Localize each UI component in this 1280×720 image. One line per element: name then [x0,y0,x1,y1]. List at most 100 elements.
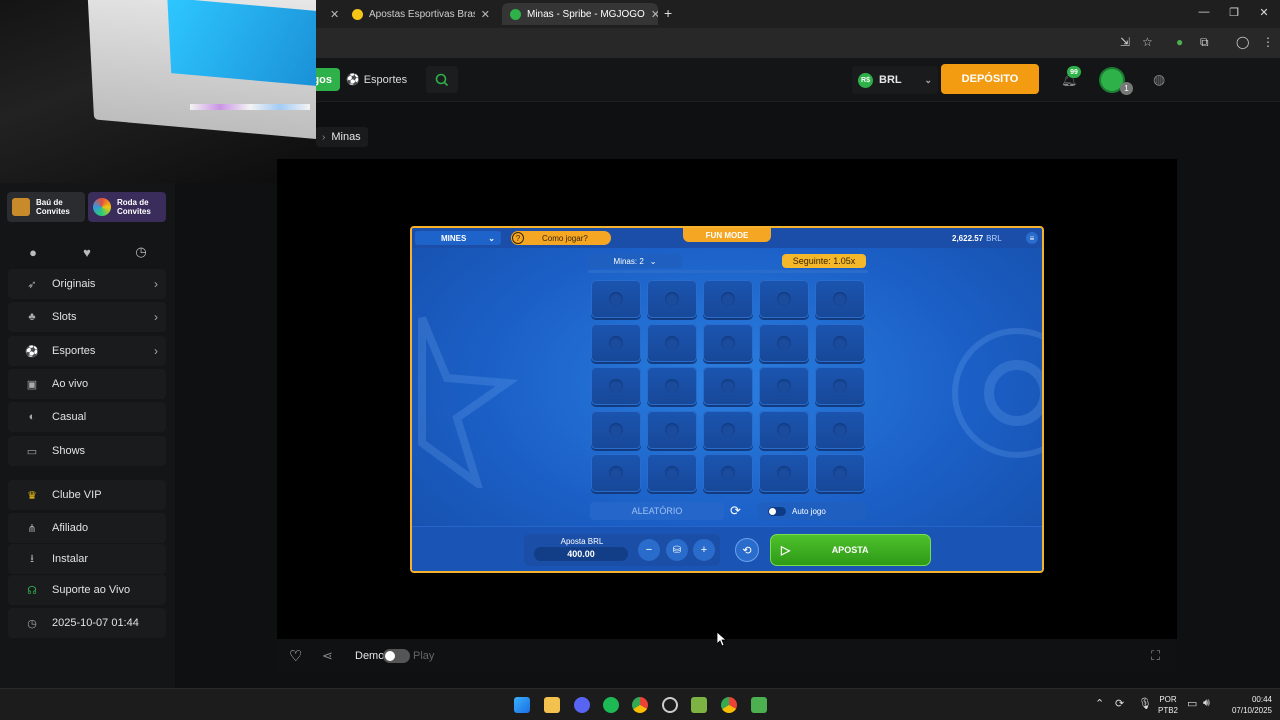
mine-tile[interactable] [815,410,865,449]
tab-apostas[interactable]: Apostas Esportivas Brasil - Cas ✕ [344,3,498,25]
install-app-icon[interactable]: ⇲ [1120,35,1130,49]
how-to-play-button[interactable]: ? Como jogar? [511,231,611,245]
mine-tile[interactable] [591,454,641,492]
mines-count-dropdown[interactable]: Minas: 2 ⌄ [588,254,682,268]
bet-button-label: APOSTA [831,545,869,555]
currency-selector[interactable]: R$ BRL ⌄ [852,66,938,94]
nav-esportes-button[interactable]: ⚽ Esportes [346,68,410,91]
file-explorer-icon[interactable] [544,697,560,713]
breadcrumb-current[interactable]: Minas [331,131,360,143]
mine-tile[interactable] [703,323,753,362]
network-icon[interactable]: ▭ [1187,697,1197,710]
sidebar-item-clube-vip[interactable]: ♛ Clube VIP [8,480,166,510]
mine-tile[interactable] [647,454,697,492]
chrome-profile-icon[interactable] [721,697,737,713]
sidebar-item-ao-vivo[interactable]: ▣ Ao vivo [8,369,166,399]
mine-tile[interactable] [647,280,697,318]
taskbar-clock[interactable]: 00:44 07/10/2025 [1222,694,1272,716]
random-button[interactable]: ALEATÓRIO [590,502,724,520]
close-icon[interactable]: ✕ [475,8,490,21]
mine-tile[interactable] [647,323,697,362]
demo-label: Demo [355,650,385,662]
mine-tile[interactable] [759,410,809,449]
sidebar-item-slots[interactable]: ♣ Slots › [8,302,166,332]
extension-icon[interactable]: ● [1176,35,1183,49]
mine-tile[interactable] [703,410,753,449]
mine-tile[interactable] [647,410,697,449]
menu-kebab-icon[interactable]: ⋮ [1262,35,1274,49]
favorite-heart-icon[interactable]: ♡ [289,647,302,665]
minimize-icon[interactable]: — [1194,6,1214,18]
coins-stack-icon[interactable]: ⛁ [666,539,688,561]
autoplay-speed-icon[interactable]: ⟲ [735,538,759,562]
language-indicator[interactable]: POR PTB2 [1156,694,1180,716]
new-tab-button[interactable]: + [664,5,672,21]
sidebar-item-suporte[interactable]: ☊ Suporte ao Vivo [8,575,166,605]
bet-amount-input[interactable]: 400.00 [534,547,628,561]
close-window-icon[interactable]: ✕ [1254,6,1274,19]
chrome-icon[interactable] [632,697,648,713]
discord-icon[interactable] [574,697,590,713]
refresh-icon[interactable]: ⟳ [730,503,741,519]
android-studio-icon[interactable] [691,697,707,713]
mine-tile[interactable] [815,367,865,405]
promo-bau-convites[interactable]: Baú de Convites [7,192,85,222]
sidebar-item-casual[interactable]: ◐ Casual [8,402,166,432]
webcam-overlay [0,0,316,183]
headset-icon: ☊ [27,584,37,597]
decrease-bet-button[interactable]: − [638,539,660,561]
sidebar-item-afiliado[interactable]: ⋔ Afiliado [8,513,166,543]
game-menu-icon[interactable]: ≡ [1026,232,1038,244]
mine-tile[interactable] [591,280,641,318]
share-icon[interactable]: ⋖ [322,648,333,664]
mine-tile[interactable] [591,323,641,362]
microphone-icon[interactable]: 🎙︎ [1138,697,1152,710]
mine-tile[interactable] [815,454,865,492]
deposit-button[interactable]: DEPÓSITO [941,64,1039,94]
mine-tile[interactable] [759,280,809,318]
mine-tile[interactable] [759,323,809,362]
game-select-dropdown[interactable]: MINES ⌄ [415,231,501,245]
mine-tile[interactable] [703,367,753,405]
sidebar-item-instalar[interactable]: ⭳ Instalar [8,544,166,574]
share-icon: ⋔ [27,522,37,535]
promo-roda-convites[interactable]: Roda de Convites [88,192,166,222]
bet-button[interactable]: ▷ APOSTA [770,534,931,566]
history-icon[interactable]: ◷ [116,238,166,266]
spotify-icon[interactable] [603,697,619,713]
mine-tile[interactable] [759,367,809,405]
bookmark-star-icon[interactable]: ☆ [1142,35,1153,49]
tray-sync-icon[interactable]: ⟳ [1115,697,1124,710]
fullscreen-icon[interactable]: ⛶ [1151,648,1160,664]
fire-icon[interactable]: ● [8,238,58,266]
profile-icon[interactable]: ◯ [1236,35,1249,49]
extensions-puzzle-icon[interactable]: ⧉ [1200,35,1209,50]
mine-tile[interactable] [759,454,809,492]
sidebar-item-originais[interactable]: ➶ Originais › [8,269,166,299]
minecraft-icon[interactable] [751,697,767,713]
sidebar-item-shows[interactable]: ▭ Shows [8,436,166,466]
search-button[interactable] [426,66,458,93]
mine-tile[interactable] [815,323,865,362]
auto-play-toggle[interactable]: Auto jogo [758,502,866,520]
mine-tile[interactable] [703,454,753,492]
mine-tile[interactable] [647,367,697,405]
mine-tile[interactable] [591,367,641,405]
sidebar-item-esportes[interactable]: ⚽ Esportes › [8,336,166,366]
close-icon[interactable]: ✕ [324,8,339,21]
mine-tile[interactable] [703,280,753,318]
globe-icon[interactable]: ◍ [1153,71,1165,88]
mine-tile[interactable] [815,280,865,318]
tab-minas[interactable]: Minas - Spribe - MGJOGO ✕ [502,3,658,25]
tray-chevron-up-icon[interactable]: ⌃ [1095,697,1104,710]
increase-bet-button[interactable]: + [693,539,715,561]
heart-icon[interactable]: ♥ [62,238,112,266]
mine-tile[interactable] [591,410,641,449]
tab-close-partial[interactable]: ✕ [316,3,340,25]
restore-icon[interactable]: ❐ [1224,6,1244,19]
close-icon[interactable]: ✕ [645,8,658,21]
volume-icon[interactable]: 🔊︎ [1203,697,1210,710]
obs-icon[interactable] [662,697,678,713]
windows-start-icon[interactable] [514,697,530,713]
demo-play-toggle[interactable] [383,649,410,663]
